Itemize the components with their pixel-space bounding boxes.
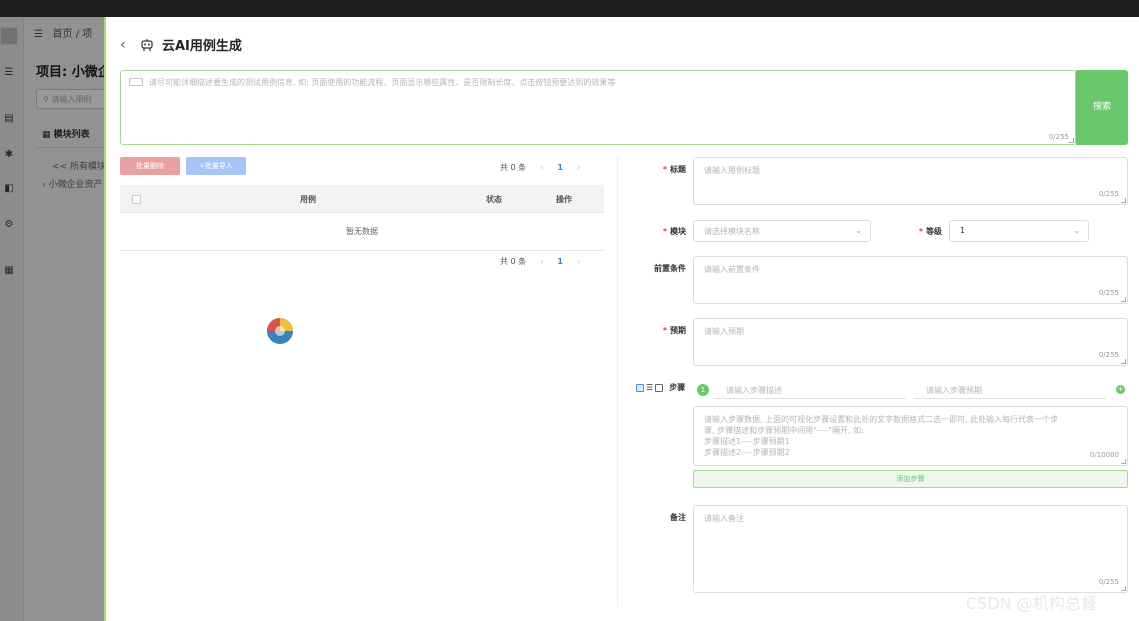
drawer-title: 云AI用例生成: [162, 39, 242, 54]
step-expect-input[interactable]: 请输入步骤预期: [914, 381, 1106, 399]
col-case: 用例: [300, 195, 316, 204]
precondition-textarea[interactable]: 请输入前置条件 0/255: [693, 256, 1128, 304]
resize-handle[interactable]: [1121, 297, 1126, 302]
prompt-char-count: 0/255: [1048, 133, 1069, 141]
chevron-down-icon: ⌄: [1073, 226, 1080, 235]
batch-import-button[interactable]: +批量导入: [186, 157, 246, 175]
module-label: * 模块: [662, 227, 686, 236]
current-page[interactable]: 1: [557, 163, 563, 172]
panel-divider: [617, 157, 618, 607]
chevron-down-icon: ⌄: [855, 226, 862, 235]
resize-handle[interactable]: [1121, 198, 1126, 203]
ai-case-drawer: ‹ 云AI用例生成 请尽可能详细描述要生成的测试用例信息, 如: 页面使用的功能…: [104, 17, 1139, 621]
title-label: * 标题: [662, 165, 686, 174]
pagination-bottom: 共 0 条 ‹ 1 ›: [500, 256, 580, 267]
case-table-header: 用例 状态 操作: [120, 185, 604, 213]
remark-label: 备注: [670, 513, 686, 522]
col-status: 状态: [486, 195, 502, 204]
expected-textarea[interactable]: 请输入预期 0/255: [693, 318, 1128, 366]
resize-handle[interactable]: [1121, 586, 1126, 591]
list-mode-icon[interactable]: ☰: [646, 383, 653, 392]
add-step-plus-icon[interactable]: +: [1116, 385, 1125, 394]
add-step-button[interactable]: 添加步骤: [693, 470, 1128, 488]
total-count: 共 0 条: [500, 257, 527, 266]
level-label: * 等级: [918, 227, 942, 236]
precondition-label: 前置条件: [654, 264, 686, 273]
remark-textarea[interactable]: 请输入备注 0/255: [693, 505, 1128, 593]
select-all-checkbox[interactable]: [132, 195, 141, 204]
col-action: 操作: [556, 195, 572, 204]
resize-handle[interactable]: [1121, 359, 1126, 364]
resize-handle[interactable]: [1069, 138, 1074, 143]
expected-char-count: 0/255: [1098, 351, 1119, 359]
visual-mode-icon[interactable]: [636, 383, 644, 392]
prev-page-icon[interactable]: ‹: [540, 257, 543, 266]
text-mode-icon[interactable]: [655, 383, 664, 392]
generate-button[interactable]: 搜索: [1076, 70, 1128, 145]
steps-text-textarea[interactable]: 请输入步骤数据, 上面的可视化步骤设置和此处的文字数据格式二选一即可, 此处输入…: [693, 406, 1128, 466]
watermark: CSDN @机构总督: [966, 594, 1097, 613]
step-number-badge: 1: [697, 384, 709, 396]
pagination-top: 共 0 条 ‹ 1 ›: [500, 162, 580, 173]
title-char-count: 0/255: [1098, 190, 1119, 198]
steps-label: 步骤: [669, 383, 686, 392]
prev-page-icon[interactable]: ‹: [540, 163, 543, 172]
remark-char-count: 0/255: [1098, 578, 1119, 586]
back-arrow-icon[interactable]: ‹: [120, 37, 132, 53]
level-select[interactable]: 1 ⌄: [949, 220, 1089, 242]
batch-delete-button[interactable]: 批量删除: [120, 157, 180, 175]
prompt-placeholder: 请尽可能详细描述要生成的测试用例信息, 如: 页面使用的功能流程、页面显示哪些属…: [129, 77, 1065, 88]
step-desc-input[interactable]: 请输入步骤描述: [714, 381, 906, 399]
browser-top-bar: [0, 0, 1139, 17]
ai-prompt-textarea[interactable]: 请尽可能详细描述要生成的测试用例信息, 如: 页面使用的功能流程、页面显示哪些属…: [120, 70, 1076, 145]
robot-icon: [141, 38, 153, 51]
steps-mode-toggle[interactable]: ☰ 步骤: [636, 382, 685, 393]
expected-label: * 预期: [662, 326, 686, 335]
total-count: 共 0 条: [500, 163, 527, 172]
current-page[interactable]: 1: [557, 257, 563, 266]
overlay-mask[interactable]: [0, 17, 106, 621]
title-textarea[interactable]: 请输入用例标题 0/255: [693, 157, 1128, 205]
steps-char-count: 0/10000: [1089, 451, 1119, 459]
precondition-char-count: 0/255: [1098, 289, 1119, 297]
next-page-icon[interactable]: ›: [577, 257, 580, 266]
next-page-icon[interactable]: ›: [577, 163, 580, 172]
empty-state: 暂无数据: [120, 213, 604, 251]
module-select[interactable]: 请选择模块名称 ⌄: [693, 220, 871, 242]
drawer-header: ‹ 云AI用例生成: [120, 35, 242, 55]
loading-spinner-icon: [267, 318, 293, 344]
resize-handle[interactable]: [1121, 459, 1126, 464]
keyboard-icon: [129, 78, 143, 86]
